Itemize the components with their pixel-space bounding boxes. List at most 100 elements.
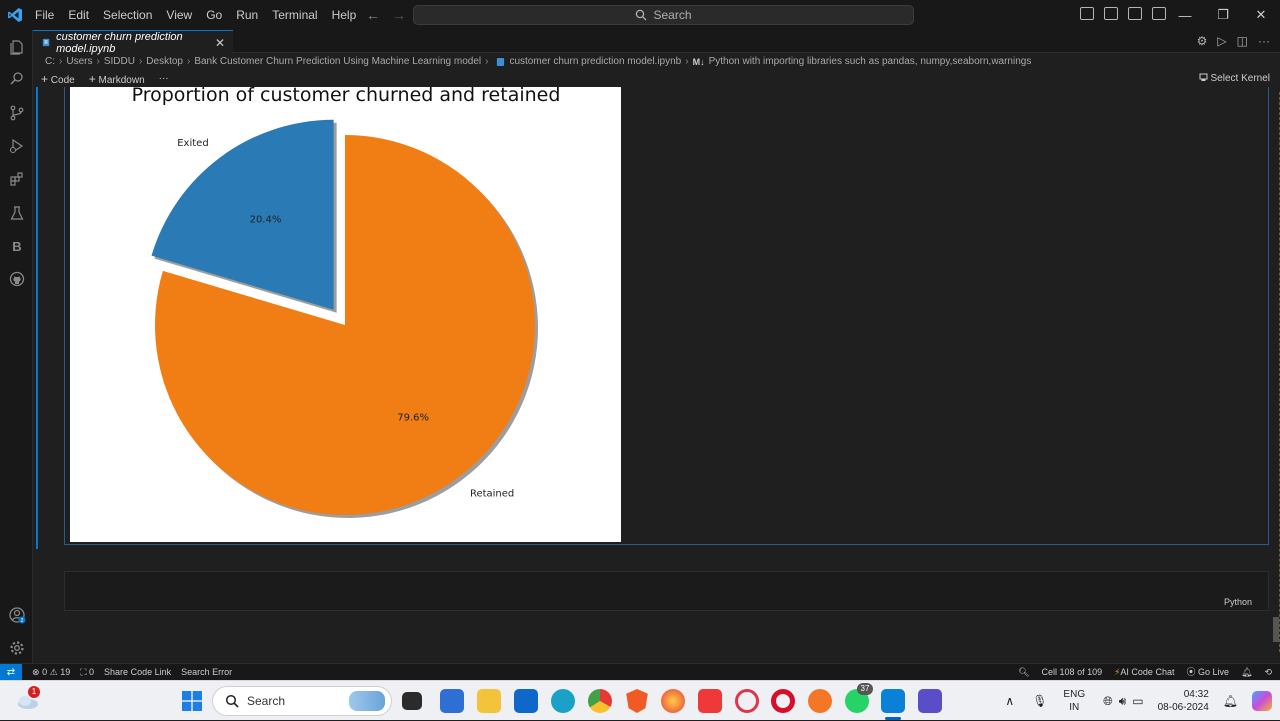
vscode-logo-icon[interactable]	[7, 7, 23, 23]
chevron-right-icon: ›	[485, 56, 489, 67]
menu-go[interactable]: Go	[199, 0, 229, 30]
search-error-status[interactable]: Search Error	[181, 667, 232, 677]
weather-widget-icon[interactable]: 1	[16, 686, 40, 711]
ports-indicator[interactable]: ⛶ 0	[80, 667, 94, 678]
chrome-icon[interactable]	[588, 689, 612, 713]
cell-position[interactable]: Cell 108 of 109	[1042, 664, 1103, 681]
edge-icon[interactable]	[551, 689, 575, 713]
copilot-icon[interactable]	[1252, 691, 1272, 711]
whatsapp-badge: 37	[857, 683, 873, 695]
tab-notebook[interactable]: customer churn prediction model.ipynb ✕	[33, 30, 233, 55]
whatsapp-icon[interactable]: 37	[845, 683, 873, 713]
toggle-panel-icon[interactable]	[1104, 7, 1118, 20]
menu-help[interactable]: Help	[325, 0, 364, 30]
activity-bar: B 2	[0, 30, 33, 663]
breadcrumb-item[interactable]: customer churn prediction model.ipynb	[509, 56, 681, 67]
zoom-icon[interactable]: 🔍︎	[1018, 664, 1029, 681]
source-control-icon[interactable]	[6, 102, 28, 124]
add-markdown-cell-button[interactable]: + Markdown	[89, 72, 145, 86]
restore-icon[interactable]: ❐	[1204, 0, 1242, 30]
chevron-right-icon: ›	[138, 56, 143, 67]
explorer-icon[interactable]	[6, 36, 28, 58]
github-icon[interactable]	[6, 268, 28, 290]
store-icon[interactable]	[440, 689, 464, 713]
ai-code-chat[interactable]: ⚡AI Code Chat	[1114, 664, 1174, 681]
select-kernel-label: Select Kernel	[1210, 73, 1270, 84]
close-window-icon[interactable]: ✕	[1242, 0, 1280, 30]
more-actions-icon[interactable]: ···	[1258, 34, 1270, 48]
share-code-link[interactable]: Share Code Link	[104, 667, 171, 677]
breadcrumb-item[interactable]: Python with importing libraries such as …	[709, 56, 1032, 67]
opera-icon[interactable]	[771, 689, 795, 713]
forward-arrow-icon[interactable]: →	[392, 7, 406, 23]
region-code: IN	[1069, 702, 1080, 713]
notifications-bell-icon[interactable]: 🔔︎	[1241, 664, 1252, 681]
customize-layout-icon[interactable]	[1152, 7, 1166, 20]
extensions-icon[interactable]	[6, 168, 28, 190]
file-explorer-icon[interactable]	[477, 689, 501, 713]
network-globe-icon[interactable]: 🌐︎	[1103, 694, 1113, 709]
notification-bell-icon[interactable]: 🔔︎	[1223, 694, 1238, 708]
firefox-icon[interactable]	[661, 689, 685, 713]
run-play-icon[interactable]: ▷	[1217, 34, 1226, 48]
antenna-icon: ⛶	[80, 666, 87, 677]
testing-flask-icon[interactable]	[6, 202, 28, 224]
menu-bar: File Edit Selection View Go Run Terminal…	[28, 0, 363, 30]
language-indicator[interactable]: ENG IN	[1063, 688, 1085, 714]
breadcrumb-item[interactable]: Desktop	[146, 56, 183, 67]
microphone-icon[interactable]: 🎙︎	[1032, 694, 1047, 708]
vivaldi-icon[interactable]	[698, 689, 722, 713]
empty-code-cell[interactable]	[64, 571, 1269, 611]
tab-label: customer churn prediction model.ipynb	[56, 30, 183, 55]
brave-icon[interactable]	[626, 689, 648, 713]
show-hidden-icons-chevron-icon[interactable]: ∧	[1005, 694, 1014, 708]
pie-slices	[151, 119, 535, 515]
menu-view[interactable]: View	[159, 0, 199, 30]
breadcrumb-item[interactable]: SIDDU	[104, 56, 135, 67]
vscode-taskbar-icon[interactable]	[881, 689, 905, 713]
jupyter-icon[interactable]	[808, 689, 832, 713]
menu-run[interactable]: Run	[229, 0, 265, 30]
menu-terminal[interactable]: Terminal	[265, 0, 324, 30]
volume-icon[interactable]: 🔊︎	[1119, 694, 1127, 709]
markdown-badge: M↓	[692, 56, 705, 67]
editor-scrollbar[interactable]	[1272, 87, 1280, 662]
remote-indicator-icon[interactable]: ⇄	[0, 663, 22, 681]
select-kernel-button[interactable]: Select Kernel	[1199, 70, 1270, 87]
close-tab-icon[interactable]: ✕	[215, 36, 225, 50]
notebook-settings-gear-icon[interactable]: ⚙	[1197, 34, 1208, 48]
accounts-icon[interactable]: 2	[6, 604, 28, 626]
settings-gear-icon[interactable]	[6, 637, 28, 659]
breadcrumb-item[interactable]: C:	[45, 56, 55, 67]
breadcrumb-item[interactable]: Bank Customer Churn Prediction Using Mac…	[194, 56, 481, 67]
battery-icon[interactable]: ▭	[1132, 694, 1143, 708]
clock[interactable]: 04:32 08-06-2024	[1158, 688, 1209, 714]
scrollbar-thumb[interactable]	[1273, 617, 1279, 642]
snipping-tool-icon[interactable]	[918, 689, 942, 713]
task-view-icon[interactable]	[402, 692, 422, 710]
go-live[interactable]: ⦿ Go Live	[1186, 664, 1229, 681]
run-debug-icon[interactable]	[6, 135, 28, 157]
start-windows-icon[interactable]	[182, 691, 202, 711]
split-editor-icon[interactable]: ◫	[1237, 34, 1248, 48]
breadcrumb-item[interactable]: Users	[66, 56, 92, 67]
search-view-icon[interactable]	[6, 68, 28, 90]
problems-indicator[interactable]: ⊗ 0 ⚠ 19	[32, 667, 70, 678]
taskbar-search-box[interactable]: Search	[212, 686, 392, 716]
toolbar-more-icon[interactable]: ···	[159, 73, 169, 84]
menu-file[interactable]: File	[28, 0, 61, 30]
minimize-icon[interactable]: —	[1166, 0, 1204, 30]
sync-icon[interactable]: ⟲	[1264, 664, 1272, 681]
outlook-new-icon[interactable]	[514, 689, 538, 713]
cell-language-label[interactable]: Python	[1224, 597, 1252, 607]
menu-selection[interactable]: Selection	[96, 0, 159, 30]
toggle-secondary-sidebar-icon[interactable]	[1128, 7, 1142, 20]
add-code-cell-button[interactable]: + Code	[41, 72, 75, 86]
opera-gx-icon[interactable]	[735, 689, 759, 713]
bookmark-b-icon[interactable]: B	[6, 235, 28, 257]
back-arrow-icon[interactable]: ←	[366, 7, 380, 23]
command-center-search[interactable]: Search	[413, 5, 914, 25]
pie-chart-svg: Proportion of customer churned and retai…	[132, 87, 560, 518]
toggle-primary-sidebar-icon[interactable]	[1080, 7, 1094, 20]
menu-edit[interactable]: Edit	[61, 0, 96, 30]
